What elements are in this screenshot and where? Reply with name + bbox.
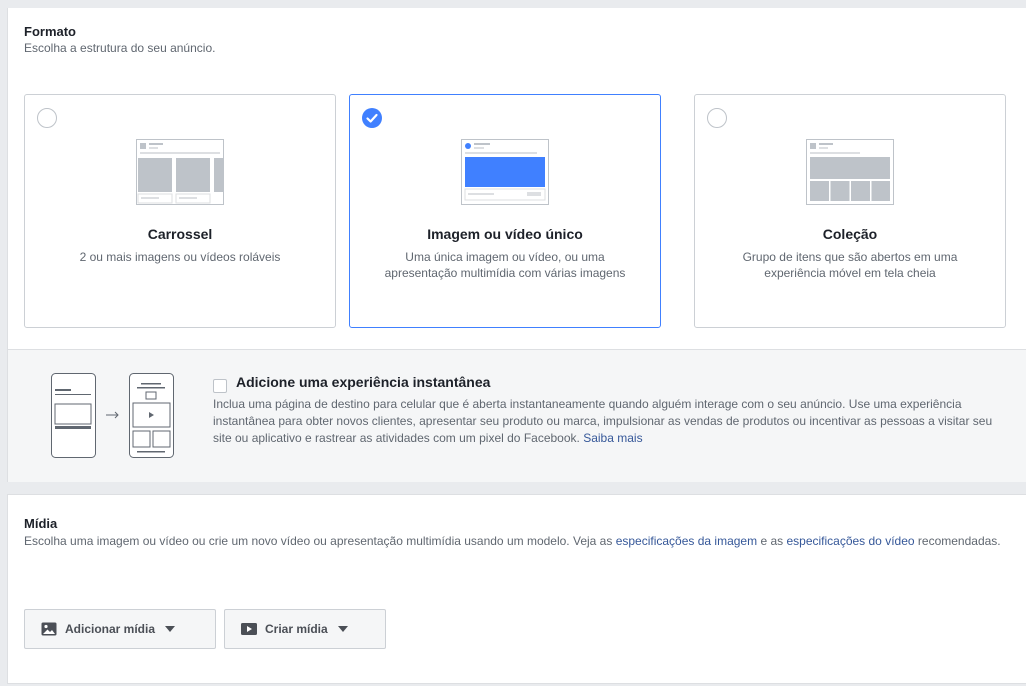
carousel-illustration-icon — [136, 139, 224, 205]
checkmark-icon — [366, 113, 378, 123]
instant-experience-title: Adicione uma experiência instantânea — [236, 374, 491, 390]
single-image-title: Imagem ou vídeo único — [427, 226, 583, 242]
add-media-label: Adicionar mídia — [65, 622, 156, 636]
create-media-button[interactable]: Criar mídia — [224, 609, 386, 649]
format-card-carousel[interactable]: Carrossel 2 ou mais imagens ou vídeos ro… — [24, 94, 336, 328]
single-image-radio[interactable] — [362, 108, 382, 128]
collection-title: Coleção — [822, 226, 878, 242]
media-panel: Mídia Escolha uma imagem ou vídeo ou cri… — [7, 494, 1026, 684]
video-specs-link[interactable]: especificações do vídeo — [786, 534, 914, 548]
collection-description: Grupo de itens que são abertos em uma ex… — [742, 250, 958, 280]
caret-down-icon — [165, 626, 176, 632]
media-subtitle-text-1: Escolha uma imagem ou vídeo ou crie um n… — [24, 534, 613, 548]
carousel-radio[interactable] — [37, 108, 57, 128]
format-title: Formato — [24, 24, 76, 39]
single-image-description: Uma única imagem ou vídeo, ou uma aprese… — [384, 250, 626, 280]
collection-illustration-icon — [806, 139, 894, 205]
single-image-illustration-icon — [461, 139, 549, 205]
media-header: Mídia Escolha uma imagem ou vídeo ou cri… — [24, 516, 1014, 550]
media-subtitle-text-3: recomendadas. — [917, 534, 1001, 548]
format-card-single-image[interactable]: Imagem ou vídeo único Uma única imagem o… — [349, 94, 661, 328]
format-panel: Formato Escolha a estrutura do seu anúnc… — [7, 8, 1026, 482]
carousel-description: 2 ou mais imagens ou vídeos roláveis — [79, 250, 281, 264]
instant-experience-checkbox[interactable] — [213, 379, 227, 393]
caret-down-icon — [337, 626, 348, 632]
instant-experience-section: Adicione uma experiência instantânea Inc… — [8, 349, 1026, 482]
image-specs-link[interactable]: especificações da imagem — [616, 534, 757, 548]
collection-radio[interactable] — [707, 108, 727, 128]
create-media-label: Criar mídia — [265, 622, 328, 636]
instant-experience-illustration-icon — [51, 373, 174, 458]
add-media-button[interactable]: Adicionar mídia — [24, 609, 216, 649]
format-subtitle: Escolha a estrutura do seu anúncio. — [24, 41, 216, 55]
video-icon — [241, 623, 257, 635]
media-subtitle: Escolha uma imagem ou vídeo ou crie um n… — [24, 533, 1014, 550]
media-subtitle-text-2: e as — [760, 534, 784, 548]
learn-more-link[interactable]: Saiba mais — [583, 431, 642, 445]
instant-experience-description: Inclua uma página de destino para celula… — [213, 396, 1013, 447]
carousel-title: Carrossel — [147, 226, 213, 242]
image-icon — [41, 622, 57, 636]
format-card-collection[interactable]: Coleção Grupo de itens que são abertos e… — [694, 94, 1006, 328]
media-title: Mídia — [24, 516, 58, 531]
format-header: Formato Escolha a estrutura do seu anúnc… — [24, 24, 215, 55]
